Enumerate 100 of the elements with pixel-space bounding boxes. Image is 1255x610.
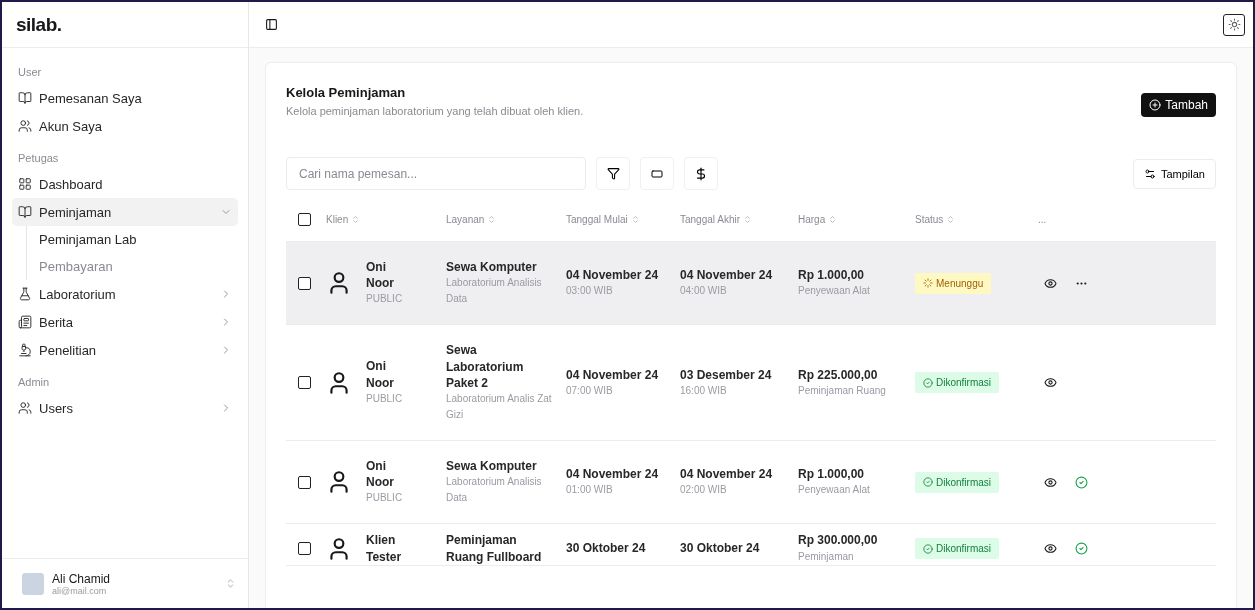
sliders-icon xyxy=(1143,167,1156,180)
end-date: 04 November 24 xyxy=(680,466,774,483)
check-circle-icon xyxy=(923,377,933,388)
nav-icon xyxy=(18,177,32,191)
sidebar-toggle-icon[interactable] xyxy=(265,18,278,31)
page-subtitle: Kelola peminjaman laboratorium yang telah dibuat oleh klien. xyxy=(286,105,584,117)
plus-icon xyxy=(1149,99,1162,111)
service-detail: Laboratorium Analis Zat Gizi xyxy=(446,391,553,422)
nav-icon xyxy=(18,91,32,105)
column-header[interactable]: Tanggal Akhir xyxy=(680,214,798,225)
rectangle-icon xyxy=(651,167,663,180)
end-time: 16:00 WIB xyxy=(680,383,728,398)
loader-icon xyxy=(923,278,933,289)
service-name: Sewa Komputer xyxy=(446,458,538,475)
status-badge: Dikonfirmasi xyxy=(915,372,999,394)
add-button[interactable]: Tambah xyxy=(1141,93,1216,117)
nav-subitem[interactable]: Peminjaman Lab xyxy=(39,226,238,253)
end-time: 04:00 WIB xyxy=(680,284,728,299)
nav-icon xyxy=(18,315,32,329)
start-time: 03:00 WIB xyxy=(566,284,614,299)
nav-icon xyxy=(18,205,32,219)
end-date: 30 Oktober 24 xyxy=(680,540,761,557)
column-header[interactable]: Tanggal Mulai xyxy=(566,214,680,225)
service-detail: Laboratorium Analisis Data xyxy=(446,475,543,506)
end-date: 04 November 24 xyxy=(680,267,774,284)
client-role: PUBLIC xyxy=(366,391,404,406)
price: Rp 300.000,00 xyxy=(798,532,879,549)
start-date: 04 November 24 xyxy=(566,466,660,483)
table-row[interactable]: Oni Noor PUBLIC Sewa Komputer Laboratorium Analisis Data 04 November 24 03:00 WIB 04 November 24 04:00 WIB Rp 1.000,00 Penyewaan Alat Menunggu xyxy=(286,242,1216,326)
end-time: 02:00 WIB xyxy=(680,483,728,498)
avatar-photo xyxy=(22,572,44,595)
price-detail: Penyewaan Alat xyxy=(798,483,871,498)
client-name: Oni Noor xyxy=(366,259,395,292)
service-name: Sewa Laboratorium Paket 2 xyxy=(446,342,525,391)
section-title: Petugas xyxy=(17,151,60,166)
status-badge: Dikonfirmasi xyxy=(915,538,999,559)
nav-subitem[interactable]: Pembayaran xyxy=(39,253,238,280)
select-all-checkbox[interactable] xyxy=(298,213,311,226)
client-name: Oni Noor xyxy=(366,457,395,491)
dollar-icon xyxy=(694,166,708,181)
nav-icon xyxy=(18,401,32,415)
price-detail: Peminjaman Ruang xyxy=(798,383,887,398)
row-checkbox[interactable] xyxy=(298,376,311,390)
nav-item[interactable]: Akun Saya xyxy=(12,112,238,140)
start-date: 30 Oktober 24 xyxy=(566,540,647,557)
service-name: Peminjaman Ruang Fullboard xyxy=(446,532,543,565)
price: Rp 1.000,00 xyxy=(798,267,866,284)
start-time: 01:00 WIB xyxy=(566,483,614,498)
actions-header: ... xyxy=(1038,214,1048,225)
sun-icon xyxy=(1227,18,1241,31)
row-checkbox[interactable] xyxy=(298,542,311,555)
row-checkbox[interactable] xyxy=(298,475,311,489)
search-field[interactable]: Cari nama pemesan... xyxy=(286,157,586,190)
column-header[interactable]: Layanan xyxy=(446,214,566,225)
nav-item[interactable]: Users xyxy=(12,394,238,422)
price: Rp 225.000,00 xyxy=(798,366,879,383)
start-time: 07:00 WIB xyxy=(566,383,614,398)
service-name: Sewa Komputer xyxy=(446,259,538,276)
nav-item[interactable]: Penelitian xyxy=(12,336,238,364)
status-badge: Menunggu xyxy=(915,272,992,294)
section-title: User xyxy=(17,65,43,80)
price-detail: Peminjaman xyxy=(798,549,855,564)
client-name: Oni Noor xyxy=(366,358,395,391)
check-circle-icon[interactable] xyxy=(1075,542,1088,555)
column-header[interactable]: Klien xyxy=(326,214,446,225)
user-name: Ali Chamid xyxy=(52,571,112,586)
client-role: PUBLIC xyxy=(366,292,404,307)
nav-item[interactable]: Dashboard xyxy=(12,170,238,198)
nav-item[interactable]: Pemesanan Saya xyxy=(12,84,238,112)
column-header[interactable]: Status xyxy=(915,214,1038,225)
status-badge: Dikonfirmasi xyxy=(915,471,999,493)
view-icon[interactable] xyxy=(1044,542,1057,555)
section-title: Admin xyxy=(17,375,51,390)
end-date: 03 Desember 24 xyxy=(680,366,773,383)
client-role: PUBLIC xyxy=(366,491,404,506)
view-icon[interactable] xyxy=(1044,475,1057,489)
check-circle-icon xyxy=(923,543,933,554)
check-circle-icon[interactable] xyxy=(1075,475,1088,489)
start-date: 04 November 24 xyxy=(566,366,660,383)
theme-toggle-button[interactable] xyxy=(1223,13,1245,36)
client-name: Klien Tester xyxy=(366,532,403,565)
start-date: 04 November 24 xyxy=(566,267,660,284)
nav-item[interactable]: Berita xyxy=(12,308,238,336)
nav-icon xyxy=(18,343,32,357)
filter-icon xyxy=(606,167,620,180)
price-detail: Penyewaan Alat xyxy=(798,284,871,299)
logo[interactable]: silab. xyxy=(16,13,62,36)
user-email: ali@mail.com xyxy=(52,585,108,596)
page-title: Kelola Peminjaman xyxy=(286,85,407,100)
check-circle-icon xyxy=(923,477,933,488)
nav-icon xyxy=(18,119,32,133)
column-header[interactable]: Harga xyxy=(798,214,915,225)
nav-item[interactable]: Laboratorium xyxy=(12,280,238,308)
view-icon[interactable] xyxy=(1044,276,1057,290)
row-checkbox[interactable] xyxy=(298,276,311,290)
price: Rp 1.000,00 xyxy=(798,466,866,483)
nav-item[interactable]: Peminjaman xyxy=(12,198,238,226)
view-button[interactable]: Tampilan xyxy=(1132,158,1216,189)
nav-icon xyxy=(18,287,32,301)
view-icon[interactable] xyxy=(1044,376,1057,390)
